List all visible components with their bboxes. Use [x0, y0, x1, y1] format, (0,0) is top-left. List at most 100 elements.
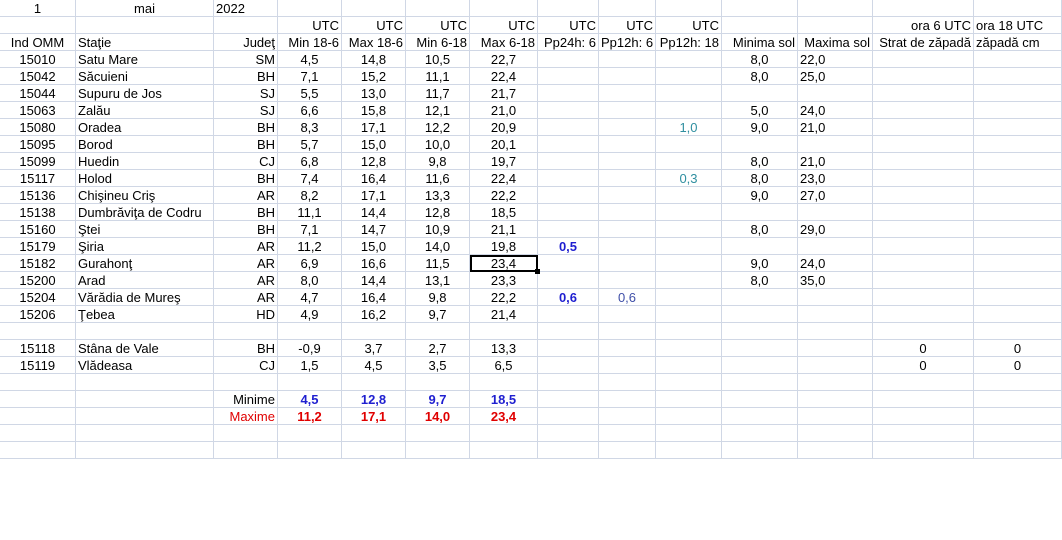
- empty-cell[interactable]: [873, 425, 974, 442]
- empty-cell[interactable]: [656, 442, 722, 459]
- station-id[interactable]: 15118: [0, 340, 76, 357]
- value-max186[interactable]: 14,7: [342, 221, 406, 238]
- snow-18[interactable]: [974, 119, 1062, 136]
- value-max186[interactable]: 13,0: [342, 85, 406, 102]
- value-max618[interactable]: 18,5: [470, 204, 538, 221]
- summary-value[interactable]: 18,5: [470, 391, 538, 408]
- value-min618[interactable]: 12,2: [406, 119, 470, 136]
- soil-max[interactable]: 21,0: [798, 153, 873, 170]
- value-min618[interactable]: 9,8: [406, 153, 470, 170]
- value-min186[interactable]: 6,8: [278, 153, 342, 170]
- county-code[interactable]: BH: [214, 170, 278, 187]
- station-id[interactable]: 15206: [0, 306, 76, 323]
- value-max618[interactable]: 20,1: [470, 136, 538, 153]
- month-cell[interactable]: mai: [76, 0, 214, 17]
- snow-18[interactable]: [974, 102, 1062, 119]
- value-min186[interactable]: 4,9: [278, 306, 342, 323]
- column-header[interactable]: Max 6-18: [470, 34, 538, 51]
- station-name[interactable]: Chişineu Criş: [76, 187, 214, 204]
- precip-12h-18[interactable]: [656, 153, 722, 170]
- value-min618[interactable]: 13,3: [406, 187, 470, 204]
- summary-label[interactable]: Minime: [214, 391, 278, 408]
- column-header[interactable]: Staţie: [76, 34, 214, 51]
- value-min618[interactable]: 9,7: [406, 306, 470, 323]
- snow-6[interactable]: [873, 102, 974, 119]
- value-min618[interactable]: 10,9: [406, 221, 470, 238]
- precip-12h-18[interactable]: [656, 136, 722, 153]
- column-header[interactable]: Maxima sol: [798, 34, 873, 51]
- utc-label[interactable]: UTC: [278, 17, 342, 34]
- column-header[interactable]: Ind OMM: [0, 34, 76, 51]
- soil-max[interactable]: [798, 289, 873, 306]
- station-name[interactable]: Ţebea: [76, 306, 214, 323]
- value-max186[interactable]: 15,8: [342, 102, 406, 119]
- empty-cell[interactable]: [214, 323, 278, 340]
- empty-cell[interactable]: [406, 0, 470, 17]
- precip-12h-6[interactable]: [599, 187, 656, 204]
- soil-min[interactable]: [722, 204, 798, 221]
- snow-18[interactable]: [974, 255, 1062, 272]
- snow-18[interactable]: [974, 272, 1062, 289]
- precip-24h[interactable]: [538, 85, 599, 102]
- value-max186[interactable]: 16,6: [342, 255, 406, 272]
- empty-cell[interactable]: [214, 442, 278, 459]
- value-max186[interactable]: 16,2: [342, 306, 406, 323]
- county-code[interactable]: CJ: [214, 153, 278, 170]
- county-code[interactable]: BH: [214, 119, 278, 136]
- station-id[interactable]: 15119: [0, 357, 76, 374]
- precip-12h-18[interactable]: [656, 187, 722, 204]
- precip-24h[interactable]: [538, 136, 599, 153]
- summary-value[interactable]: 23,4: [470, 408, 538, 425]
- snow-6[interactable]: 0: [873, 357, 974, 374]
- county-code[interactable]: AR: [214, 289, 278, 306]
- value-max186[interactable]: 17,1: [342, 119, 406, 136]
- station-name[interactable]: Arad: [76, 272, 214, 289]
- precip-12h-6[interactable]: [599, 255, 656, 272]
- station-id[interactable]: 15204: [0, 289, 76, 306]
- empty-cell[interactable]: [722, 357, 798, 374]
- empty-cell[interactable]: [342, 425, 406, 442]
- empty-cell[interactable]: [342, 0, 406, 17]
- summary-value[interactable]: 17,1: [342, 408, 406, 425]
- value-max618[interactable]: 21,7: [470, 85, 538, 102]
- county-code[interactable]: HD: [214, 306, 278, 323]
- precip-24h[interactable]: 0,5: [538, 238, 599, 255]
- empty-cell[interactable]: [76, 323, 214, 340]
- value-max186[interactable]: 15,0: [342, 136, 406, 153]
- snow-18[interactable]: [974, 306, 1062, 323]
- empty-cell[interactable]: [538, 340, 599, 357]
- precip-12h-6[interactable]: [599, 119, 656, 136]
- precip-24h[interactable]: [538, 255, 599, 272]
- soil-min[interactable]: 8,0: [722, 170, 798, 187]
- value-min186[interactable]: 5,5: [278, 85, 342, 102]
- station-id[interactable]: 15095: [0, 136, 76, 153]
- precip-24h[interactable]: [538, 221, 599, 238]
- empty-cell[interactable]: [214, 374, 278, 391]
- column-header[interactable]: Judeţ: [214, 34, 278, 51]
- utc-label[interactable]: UTC: [599, 17, 656, 34]
- empty-cell[interactable]: [76, 17, 214, 34]
- empty-cell[interactable]: [599, 391, 656, 408]
- summary-value[interactable]: 9,7: [406, 391, 470, 408]
- empty-cell[interactable]: [470, 425, 538, 442]
- empty-cell[interactable]: [342, 323, 406, 340]
- empty-cell[interactable]: [722, 442, 798, 459]
- soil-min[interactable]: 9,0: [722, 119, 798, 136]
- station-id[interactable]: 15080: [0, 119, 76, 136]
- empty-cell[interactable]: [406, 374, 470, 391]
- station-name[interactable]: Oradea: [76, 119, 214, 136]
- empty-cell[interactable]: [798, 323, 873, 340]
- precip-12h-18[interactable]: [656, 102, 722, 119]
- column-header[interactable]: Strat de zăpadă: [873, 34, 974, 51]
- utc-label[interactable]: UTC: [470, 17, 538, 34]
- empty-cell[interactable]: [798, 357, 873, 374]
- precip-12h-18[interactable]: [656, 204, 722, 221]
- soil-max[interactable]: [798, 136, 873, 153]
- precip-12h-18[interactable]: [656, 255, 722, 272]
- value-max618[interactable]: 21,0: [470, 102, 538, 119]
- station-name[interactable]: Vărădia de Mureş: [76, 289, 214, 306]
- county-code[interactable]: AR: [214, 272, 278, 289]
- soil-min[interactable]: [722, 136, 798, 153]
- utc-label[interactable]: UTC: [656, 17, 722, 34]
- soil-max[interactable]: 21,0: [798, 119, 873, 136]
